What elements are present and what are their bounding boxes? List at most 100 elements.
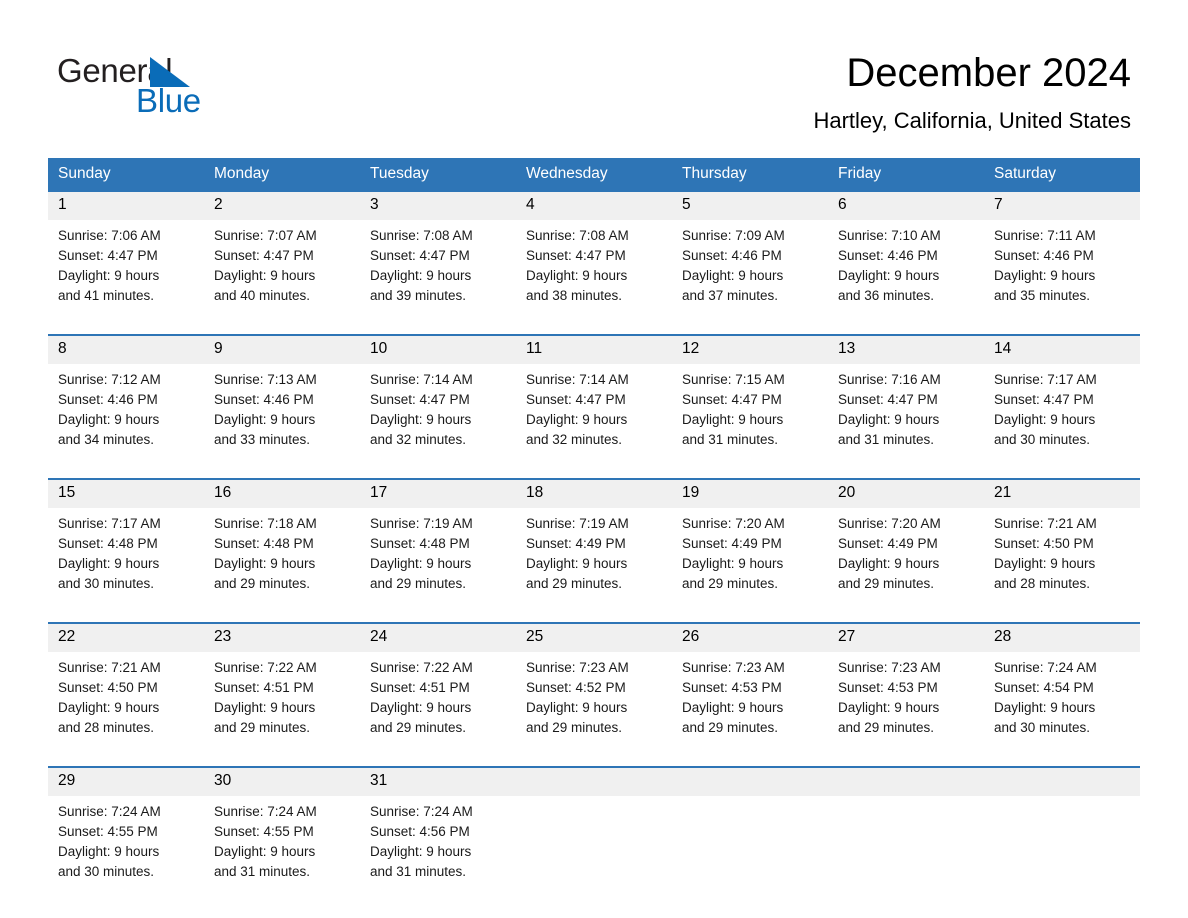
day-number[interactable]: 15 <box>48 478 204 508</box>
daylight-text: Daylight: 9 hours <box>214 268 316 283</box>
sunrise-text: Sunrise: 7:20 AM <box>682 516 785 531</box>
day-cell-empty <box>984 796 1140 910</box>
sunset-text: Sunset: 4:48 PM <box>214 536 314 551</box>
daylight-text-cont: and 38 minutes. <box>526 288 623 303</box>
day-number[interactable]: 29 <box>48 766 204 796</box>
daylight-text: Daylight: 9 hours <box>682 700 784 715</box>
day-cell[interactable]: Sunrise: 7:09 AM Sunset: 4:46 PM Dayligh… <box>672 220 828 335</box>
day-number[interactable]: 16 <box>204 478 360 508</box>
day-cell[interactable]: Sunrise: 7:16 AM Sunset: 4:47 PM Dayligh… <box>828 364 984 479</box>
day-number[interactable]: 19 <box>672 478 828 508</box>
daylight-text-cont: and 29 minutes. <box>370 720 467 735</box>
daylight-text-cont: and 29 minutes. <box>526 576 623 591</box>
sunrise-text: Sunrise: 7:17 AM <box>994 372 1097 387</box>
day-cell[interactable]: Sunrise: 7:13 AM Sunset: 4:46 PM Dayligh… <box>204 364 360 479</box>
day-cell[interactable]: Sunrise: 7:14 AM Sunset: 4:47 PM Dayligh… <box>360 364 516 479</box>
sunset-text: Sunset: 4:47 PM <box>526 392 626 407</box>
day-cell[interactable]: Sunrise: 7:08 AM Sunset: 4:47 PM Dayligh… <box>516 220 672 335</box>
day-cell[interactable]: Sunrise: 7:24 AM Sunset: 4:55 PM Dayligh… <box>204 796 360 910</box>
day-number[interactable]: 5 <box>672 190 828 220</box>
day-cell[interactable]: Sunrise: 7:20 AM Sunset: 4:49 PM Dayligh… <box>828 508 984 623</box>
sunrise-text: Sunrise: 7:10 AM <box>838 228 941 243</box>
daylight-text: Daylight: 9 hours <box>58 412 160 427</box>
daylight-text-cont: and 31 minutes. <box>838 432 935 447</box>
day-number[interactable]: 30 <box>204 766 360 796</box>
daylight-text: Daylight: 9 hours <box>370 700 472 715</box>
day-cell[interactable]: Sunrise: 7:11 AM Sunset: 4:46 PM Dayligh… <box>984 220 1140 335</box>
day-number[interactable]: 1 <box>48 190 204 220</box>
day-number[interactable]: 23 <box>204 622 360 652</box>
day-cell[interactable]: Sunrise: 7:21 AM Sunset: 4:50 PM Dayligh… <box>984 508 1140 623</box>
calendar-table: Sunday Monday Tuesday Wednesday Thursday… <box>48 158 1140 910</box>
day-number[interactable]: 17 <box>360 478 516 508</box>
day-cell[interactable]: Sunrise: 7:19 AM Sunset: 4:48 PM Dayligh… <box>360 508 516 623</box>
day-cell[interactable]: Sunrise: 7:12 AM Sunset: 4:46 PM Dayligh… <box>48 364 204 479</box>
sunset-text: Sunset: 4:51 PM <box>370 680 470 695</box>
daylight-text: Daylight: 9 hours <box>994 556 1096 571</box>
day-cell[interactable]: Sunrise: 7:10 AM Sunset: 4:46 PM Dayligh… <box>828 220 984 335</box>
daylight-text-cont: and 29 minutes. <box>214 720 311 735</box>
day-cell[interactable]: Sunrise: 7:24 AM Sunset: 4:54 PM Dayligh… <box>984 652 1140 767</box>
daylight-text: Daylight: 9 hours <box>838 412 940 427</box>
day-cell[interactable]: Sunrise: 7:23 AM Sunset: 4:53 PM Dayligh… <box>828 652 984 767</box>
day-number[interactable]: 24 <box>360 622 516 652</box>
day-cell[interactable]: Sunrise: 7:08 AM Sunset: 4:47 PM Dayligh… <box>360 220 516 335</box>
day-number[interactable]: 13 <box>828 334 984 364</box>
day-number[interactable]: 11 <box>516 334 672 364</box>
day-cell[interactable]: Sunrise: 7:14 AM Sunset: 4:47 PM Dayligh… <box>516 364 672 479</box>
day-number[interactable]: 20 <box>828 478 984 508</box>
sunset-text: Sunset: 4:47 PM <box>370 248 470 263</box>
day-cell[interactable]: Sunrise: 7:17 AM Sunset: 4:47 PM Dayligh… <box>984 364 1140 479</box>
daylight-text-cont: and 39 minutes. <box>370 288 467 303</box>
day-number[interactable]: 8 <box>48 334 204 364</box>
day-number[interactable]: 2 <box>204 190 360 220</box>
day-number[interactable]: 28 <box>984 622 1140 652</box>
week-1-daynumbers: 1 2 3 4 5 6 7 <box>48 190 1140 220</box>
day-cell[interactable]: Sunrise: 7:07 AM Sunset: 4:47 PM Dayligh… <box>204 220 360 335</box>
day-number[interactable]: 27 <box>828 622 984 652</box>
sunrise-text: Sunrise: 7:14 AM <box>526 372 629 387</box>
weekday-header-monday: Monday <box>204 158 360 191</box>
day-cell[interactable]: Sunrise: 7:20 AM Sunset: 4:49 PM Dayligh… <box>672 508 828 623</box>
daylight-text: Daylight: 9 hours <box>838 268 940 283</box>
day-number[interactable]: 10 <box>360 334 516 364</box>
week-2-details: Sunrise: 7:12 AM Sunset: 4:46 PM Dayligh… <box>48 364 1140 479</box>
day-cell[interactable]: Sunrise: 7:17 AM Sunset: 4:48 PM Dayligh… <box>48 508 204 623</box>
day-cell[interactable]: Sunrise: 7:19 AM Sunset: 4:49 PM Dayligh… <box>516 508 672 623</box>
day-cell[interactable]: Sunrise: 7:22 AM Sunset: 4:51 PM Dayligh… <box>360 652 516 767</box>
day-cell[interactable]: Sunrise: 7:21 AM Sunset: 4:50 PM Dayligh… <box>48 652 204 767</box>
day-number[interactable]: 22 <box>48 622 204 652</box>
day-cell[interactable]: Sunrise: 7:23 AM Sunset: 4:52 PM Dayligh… <box>516 652 672 767</box>
daylight-text: Daylight: 9 hours <box>838 700 940 715</box>
daylight-text: Daylight: 9 hours <box>370 412 472 427</box>
sunrise-text: Sunrise: 7:23 AM <box>838 660 941 675</box>
day-cell[interactable]: Sunrise: 7:24 AM Sunset: 4:55 PM Dayligh… <box>48 796 204 910</box>
day-number[interactable]: 12 <box>672 334 828 364</box>
week-2-daynumbers: 8 9 10 11 12 13 14 <box>48 334 1140 364</box>
day-number[interactable]: 6 <box>828 190 984 220</box>
day-cell[interactable]: Sunrise: 7:15 AM Sunset: 4:47 PM Dayligh… <box>672 364 828 479</box>
week-1-details: Sunrise: 7:06 AM Sunset: 4:47 PM Dayligh… <box>48 220 1140 335</box>
day-cell[interactable]: Sunrise: 7:24 AM Sunset: 4:56 PM Dayligh… <box>360 796 516 910</box>
day-number[interactable]: 4 <box>516 190 672 220</box>
day-number[interactable]: 7 <box>984 190 1140 220</box>
daylight-text-cont: and 29 minutes. <box>838 576 935 591</box>
day-number[interactable]: 25 <box>516 622 672 652</box>
day-number[interactable]: 21 <box>984 478 1140 508</box>
day-number[interactable]: 18 <box>516 478 672 508</box>
sunrise-text: Sunrise: 7:19 AM <box>370 516 473 531</box>
day-number[interactable]: 31 <box>360 766 516 796</box>
week-3-details: Sunrise: 7:17 AM Sunset: 4:48 PM Dayligh… <box>48 508 1140 623</box>
day-cell[interactable]: Sunrise: 7:06 AM Sunset: 4:47 PM Dayligh… <box>48 220 204 335</box>
daylight-text-cont: and 33 minutes. <box>214 432 311 447</box>
day-number[interactable]: 26 <box>672 622 828 652</box>
day-number[interactable]: 14 <box>984 334 1140 364</box>
general-blue-logo[interactable]: General Blue <box>57 52 377 122</box>
day-cell[interactable]: Sunrise: 7:23 AM Sunset: 4:53 PM Dayligh… <box>672 652 828 767</box>
sunset-text: Sunset: 4:47 PM <box>526 248 626 263</box>
daylight-text-cont: and 29 minutes. <box>682 576 779 591</box>
day-number[interactable]: 9 <box>204 334 360 364</box>
day-number[interactable]: 3 <box>360 190 516 220</box>
day-cell[interactable]: Sunrise: 7:22 AM Sunset: 4:51 PM Dayligh… <box>204 652 360 767</box>
day-cell[interactable]: Sunrise: 7:18 AM Sunset: 4:48 PM Dayligh… <box>204 508 360 623</box>
